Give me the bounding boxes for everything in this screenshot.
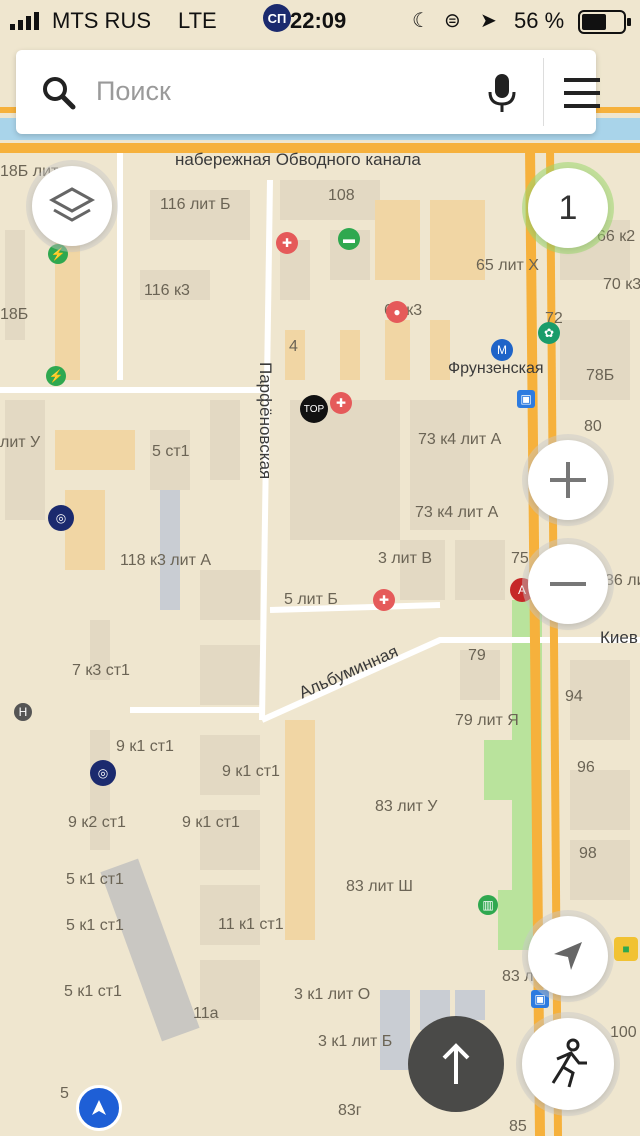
house-number: 11а: [193, 1005, 219, 1022]
house-number: 5 к1 ст1: [66, 917, 124, 934]
house-number: 79 лит Я: [455, 712, 519, 729]
house-number: 3 к1 лит Б: [318, 1033, 393, 1050]
clock: 22:09: [290, 8, 347, 33]
parking-icon: H: [14, 703, 32, 721]
house-number: 83 лит Ш: [346, 878, 413, 895]
bus-stop-icon[interactable]: ▣: [531, 990, 549, 1008]
house-number: 66 к2: [597, 228, 636, 245]
house-number: 73 к4 лит А: [418, 431, 502, 448]
house-number: 5 ст1: [152, 443, 190, 460]
house-number: 3 лит В: [378, 550, 433, 567]
pedestrian-mode-button[interactable]: [522, 1018, 614, 1110]
house-number: 98: [579, 845, 597, 862]
house-number: 79: [468, 647, 486, 664]
moon-icon: ☾: [412, 10, 430, 32]
house-number: 5 к1 ст1: [64, 983, 122, 1000]
house-number: 9 к1 ст1: [182, 814, 240, 831]
navigation-icon[interactable]: [76, 1085, 122, 1131]
house-number: 83г: [338, 1102, 362, 1119]
house-number: 83 л: [502, 968, 534, 985]
hotel-icon[interactable]: ▬: [338, 228, 360, 250]
hospital-icon[interactable]: ✚: [373, 589, 395, 611]
house-number: 18Б: [0, 306, 29, 323]
layers-button[interactable]: [32, 166, 112, 246]
street-label-embankment: набережная Обводного канала: [175, 150, 421, 169]
battery-percent: 56 %: [514, 8, 565, 33]
zoom-in-button[interactable]: [528, 440, 608, 520]
house-number: 7 к3 ст1: [72, 662, 130, 679]
search-input[interactable]: Поиск: [96, 76, 171, 107]
status-bar: MTS RUS LTE СП 22:09 ☾ ⊜ ➤ 56 %: [0, 0, 640, 40]
charging-icon[interactable]: ⚡: [48, 244, 68, 264]
pedestrian-icon: [551, 1038, 587, 1088]
hospital-icon[interactable]: ✚: [276, 232, 298, 254]
house-number: 94: [565, 688, 583, 705]
traffic-level-value: 1: [558, 188, 578, 227]
hospital-icon[interactable]: ✚: [330, 392, 352, 414]
carrier-label: MTS RUS: [52, 8, 151, 33]
service-icon[interactable]: ◎: [90, 760, 116, 786]
metro-icon[interactable]: M: [491, 339, 513, 361]
house-number: 9 к2 ст1: [68, 814, 126, 831]
house-number: 78Б: [586, 367, 615, 384]
business-center-icon[interactable]: ▥: [478, 895, 498, 915]
house-number: 9 к1 ст1: [222, 763, 280, 780]
house-number: 5 к1 ст1: [66, 871, 124, 888]
top-poi-icon[interactable]: TOP: [300, 395, 328, 423]
house-number: 80: [584, 418, 602, 435]
charging-icon[interactable]: ⚡: [46, 366, 66, 386]
arrow-up-icon: [442, 1043, 470, 1084]
house-number: 65 лит Х: [476, 257, 539, 274]
metro-label: Фрунзенская: [448, 360, 544, 377]
house-number: 108: [328, 187, 355, 204]
house-number: 75: [511, 550, 529, 567]
minus-icon: [550, 582, 586, 586]
traffic-level-button[interactable]: 1: [528, 168, 608, 248]
house-number: 100: [610, 1024, 637, 1041]
house-number: 5: [60, 1085, 69, 1102]
location-arrow-icon: ➤: [480, 10, 497, 32]
park: [484, 740, 524, 800]
service-icon[interactable]: ◎: [48, 505, 74, 531]
house-number: 118 к3 лит А: [120, 552, 212, 569]
zoom-out-button[interactable]: [528, 544, 608, 624]
house-number: 85: [509, 1118, 527, 1135]
house-number: лит У: [0, 434, 41, 451]
search-icon[interactable]: [42, 76, 76, 110]
divider: [543, 58, 544, 126]
signal-icon: [10, 12, 39, 30]
street-label-kiev: Киев: [600, 628, 638, 647]
plus-icon: [550, 462, 586, 498]
house-number: 3 к1 лит О: [294, 986, 371, 1003]
house-number: 5 лит Б: [284, 591, 338, 608]
route-button[interactable]: [408, 1016, 504, 1112]
network-label: LTE: [178, 8, 217, 33]
house-number: 116 лит Б: [160, 196, 231, 213]
layers-icon: [49, 187, 95, 222]
house-number: 11 к1 ст1: [218, 916, 284, 933]
location-arrow-icon: [554, 942, 582, 970]
house-number: 70 к3: [603, 276, 640, 293]
house-number: 9 к1 ст1: [116, 738, 174, 755]
house-number: 96: [577, 759, 595, 776]
search-bar[interactable]: Поиск: [16, 50, 600, 134]
house-number: 73 к4 лит А: [415, 504, 499, 521]
house-number: 36 ли: [605, 572, 640, 589]
pharmacy-icon[interactable]: ✿: [538, 322, 560, 344]
bookmark-icon[interactable]: ■: [614, 937, 638, 961]
my-location-button[interactable]: [528, 916, 608, 996]
microphone-icon[interactable]: [486, 72, 518, 114]
battery-icon: [578, 10, 631, 34]
app-badge: СП: [263, 4, 291, 32]
house-number: 4: [289, 338, 298, 355]
street-label-parfenovskaya: Парфёновская: [256, 362, 275, 480]
house-number: 83 лит У: [375, 798, 438, 815]
house-number: 116 к3: [144, 282, 190, 299]
menu-icon[interactable]: [564, 78, 602, 108]
rotation-lock-icon: ⊜: [444, 10, 461, 32]
pin-icon[interactable]: ●: [386, 301, 408, 323]
bus-stop-icon[interactable]: ▣: [517, 390, 535, 408]
